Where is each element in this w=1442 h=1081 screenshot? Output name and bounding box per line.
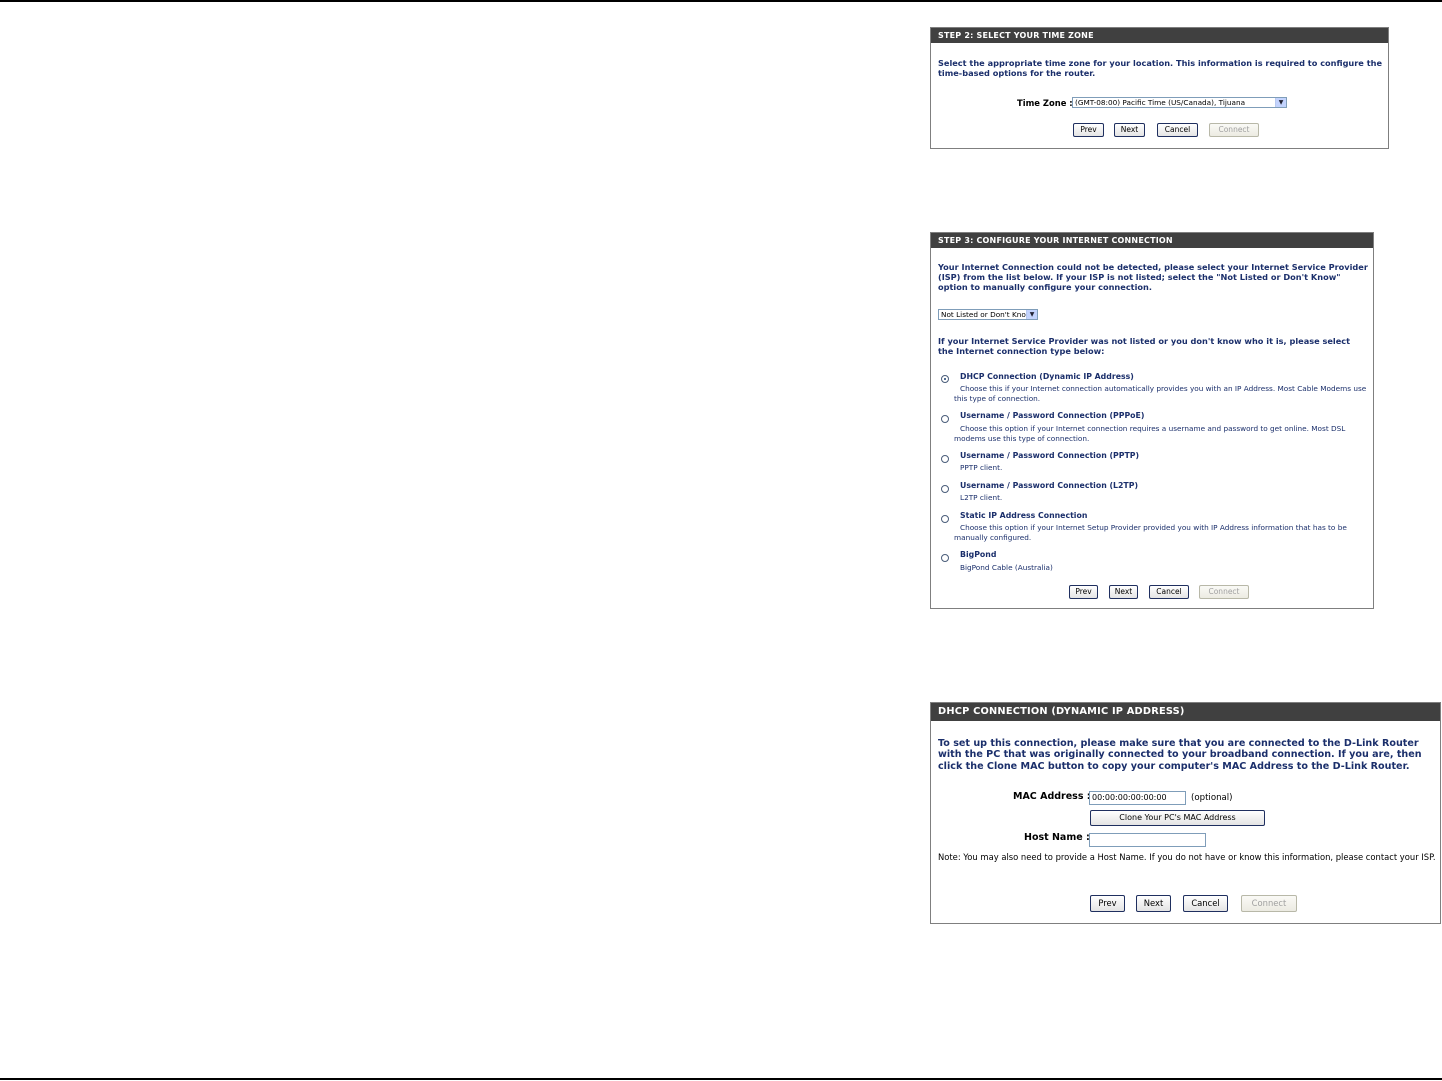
step3-title: STEP 3: CONFIGURE YOUR INTERNET CONNECTI… (931, 233, 1373, 249)
radio-pppoe[interactable] (941, 415, 949, 423)
chevron-down-icon: ▼ (1026, 310, 1037, 319)
host-name-input[interactable] (1089, 833, 1206, 847)
isp-value: Not Listed or Don't Know (941, 310, 1032, 319)
connect-button[interactable]: Connect (1199, 585, 1249, 599)
radio-pptp[interactable] (941, 455, 949, 463)
step2-intro: Select the appropriate time zone for you… (938, 58, 1382, 78)
connect-button[interactable]: Connect (1241, 895, 1297, 912)
timezone-select[interactable]: (GMT-08:00) Pacific Time (US/Canada), Ti… (1072, 97, 1287, 108)
mac-address-label: MAC Address : (1013, 791, 1091, 802)
next-button[interactable]: Next (1136, 895, 1171, 912)
radio-selected-dot (944, 378, 946, 380)
step2-title: STEP 2: SELECT YOUR TIME ZONE (931, 28, 1388, 44)
option-desc: L2TP client. (960, 493, 1003, 502)
cancel-button[interactable]: Cancel (1149, 585, 1189, 599)
prev-button[interactable]: Prev (1073, 123, 1104, 137)
timezone-value: (GMT-08:00) Pacific Time (US/Canada), Ti… (1075, 98, 1246, 107)
option-desc: BigPond Cable (Australia) (960, 563, 1053, 572)
clone-mac-button[interactable]: Clone Your PC's MAC Address (1090, 810, 1265, 826)
dhcp-intro: To set up this connection, please make s… (938, 738, 1422, 772)
radio-l2tp[interactable] (941, 485, 949, 493)
timezone-label: Time Zone : (1017, 98, 1073, 108)
prev-button[interactable]: Prev (1090, 895, 1125, 912)
radio-static-ip[interactable] (941, 515, 949, 523)
host-name-label: Host Name : (1024, 832, 1090, 843)
option-desc: PPTP client. (960, 463, 1003, 472)
chevron-down-icon: ▼ (1275, 98, 1286, 107)
prev-button[interactable]: Prev (1069, 585, 1098, 599)
mac-address-input[interactable]: 00:00:00:00:00:00 (1089, 791, 1186, 805)
next-button[interactable]: Next (1109, 585, 1138, 599)
step3-intro: Your Internet Connection could not be de… (938, 262, 1368, 292)
step2-panel: STEP 2: SELECT YOUR TIME ZONE Select the… (930, 27, 1389, 149)
radio-dhcp[interactable] (941, 375, 949, 383)
option-title: Username / Password Connection (PPTP) (960, 451, 1140, 460)
option-title: Username / Password Connection (L2TP) (960, 481, 1139, 490)
dhcp-panel: DHCP CONNECTION (DYNAMIC IP ADDRESS) To … (930, 702, 1441, 924)
step3-panel: STEP 3: CONFIGURE YOUR INTERNET CONNECTI… (930, 232, 1374, 609)
option-desc: Choose this if your Internet connection … (954, 384, 1367, 403)
option-title: DHCP Connection (Dynamic IP Address) (960, 372, 1134, 381)
isp-select[interactable]: Not Listed or Don't Know ▼ (938, 309, 1038, 320)
radio-bigpond[interactable] (941, 554, 949, 562)
connect-button[interactable]: Connect (1209, 123, 1259, 137)
dhcp-note: Note: You may also need to provide a Hos… (938, 852, 1436, 862)
next-button[interactable]: Next (1114, 123, 1145, 137)
dhcp-title: DHCP CONNECTION (DYNAMIC IP ADDRESS) (931, 703, 1440, 722)
cancel-button[interactable]: Cancel (1183, 895, 1228, 912)
connection-type-prompt: If your Internet Service Provider was no… (938, 336, 1351, 356)
option-desc: Choose this option if your Internet conn… (954, 424, 1346, 443)
option-title: Username / Password Connection (PPPoE) (960, 411, 1145, 420)
mac-optional-label: (optional) (1191, 793, 1233, 803)
cancel-button[interactable]: Cancel (1157, 123, 1198, 137)
option-desc: Choose this option if your Internet Setu… (954, 523, 1347, 542)
option-title: Static IP Address Connection (960, 511, 1088, 520)
option-title: BigPond (960, 550, 997, 559)
page-top-rule (0, 0, 1442, 2)
page-bottom-rule (0, 1078, 1442, 1080)
